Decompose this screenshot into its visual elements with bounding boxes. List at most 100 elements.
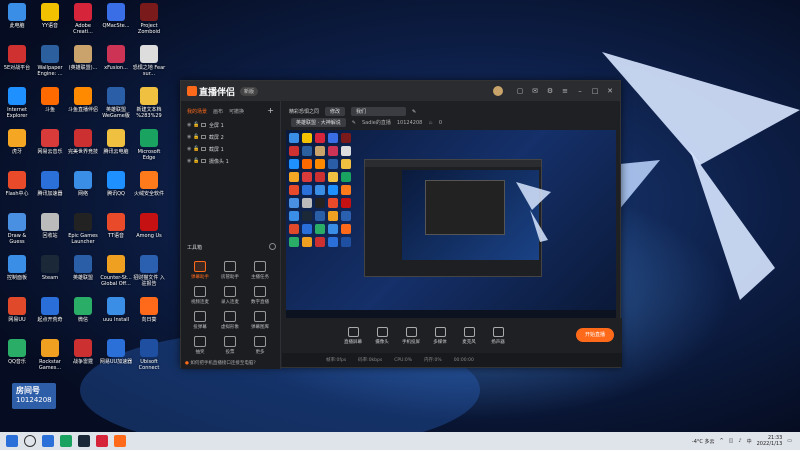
- category-button[interactable]: 英雄联盟 · 大神解说: [291, 118, 346, 127]
- desktop-icon[interactable]: 英雄联盟: [66, 255, 100, 281]
- desktop-icon[interactable]: 网易云音乐: [33, 129, 67, 155]
- desktop-icon[interactable]: 恐惧之地 Fear sur...: [132, 45, 166, 77]
- desktop-icon[interactable]: 起点开荒奇: [33, 297, 67, 323]
- desktop-icon[interactable]: Among Us: [132, 213, 166, 239]
- room-tag-button[interactable]: 我们: [351, 107, 407, 116]
- desktop-icon[interactable]: Epic Games Launcher: [66, 213, 100, 245]
- desktop-icon[interactable]: xFusion...: [99, 45, 133, 71]
- desktop-icon[interactable]: TT语音: [99, 213, 133, 239]
- desktop-icon[interactable]: YY语音: [33, 3, 67, 29]
- desktop-icon[interactable]: Wallpaper Engine: ...: [33, 45, 67, 77]
- desktop-icon[interactable]: 网易UU加速器: [99, 339, 133, 365]
- desktop-icon[interactable]: 腾讯加速器: [33, 171, 67, 197]
- scene-item[interactable]: ◉ 🔓 摄像头 1: [181, 155, 280, 167]
- source-button[interactable]: 摄像头: [373, 327, 391, 345]
- notification-icon[interactable]: ▭: [787, 438, 792, 444]
- tool-button[interactable]: 录入连麦: [215, 286, 245, 305]
- settings-icon[interactable]: ⚙: [546, 87, 554, 95]
- close-icon[interactable]: ✕: [606, 87, 614, 95]
- menu-icon[interactable]: ≡: [561, 87, 569, 95]
- tool-button[interactable]: 抽奖: [185, 336, 215, 355]
- desktop-icon[interactable]: Counter-St... Global Off...: [99, 255, 133, 287]
- desktop-icon[interactable]: 斗鱼: [33, 87, 67, 113]
- start-button[interactable]: [6, 435, 18, 447]
- desktop-icon[interactable]: Steam: [33, 255, 67, 281]
- desktop-icon[interactable]: 腾讯云电脑: [99, 129, 133, 155]
- tool-button[interactable]: 弹幕助手: [185, 261, 215, 280]
- desktop-icon[interactable]: 腾讯QQ: [99, 171, 133, 197]
- lock-icon[interactable]: 🔓: [193, 122, 201, 128]
- desktop-icon[interactable]: 招财猫文件 入驻报告: [132, 255, 166, 287]
- desktop-icon[interactable]: 向日葵: [132, 297, 166, 323]
- desktop-icon[interactable]: (英雄联盟)...: [66, 45, 100, 71]
- desktop-icon[interactable]: 此电脑: [0, 3, 34, 29]
- edge-icon[interactable]: [60, 435, 72, 447]
- steam-icon[interactable]: [78, 435, 90, 447]
- source-button[interactable]: 麦克风: [460, 327, 478, 345]
- phone-hint[interactable]: ● 如何把手机直播接口连接至电脑?: [185, 360, 256, 366]
- tab-switchable[interactable]: 可撤换: [229, 108, 244, 115]
- desktop-icon[interactable]: 网络: [66, 171, 100, 197]
- source-button[interactable]: 手机投屏: [402, 327, 420, 345]
- desktop-icon[interactable]: 控制面板: [0, 255, 34, 281]
- desktop-icon[interactable]: Internet Explorer: [0, 87, 34, 119]
- volume-icon[interactable]: ♪: [738, 438, 741, 444]
- tab-my-scenes[interactable]: 我的场景: [187, 108, 207, 115]
- search-icon[interactable]: [24, 435, 36, 447]
- maximize-icon[interactable]: □: [591, 87, 599, 95]
- tool-button[interactable]: 虚拟形象: [215, 311, 245, 330]
- edit-title-button[interactable]: 修改: [325, 107, 346, 116]
- scene-item[interactable]: ◉ 🔓 截屏 2: [181, 131, 280, 143]
- tray-arrow-icon[interactable]: ^: [719, 438, 723, 444]
- desktop-icon[interactable]: 网易UU: [0, 297, 34, 323]
- tool-button[interactable]: 投弹幕: [185, 311, 215, 330]
- desktop-icon[interactable]: 虎牙: [0, 129, 34, 155]
- source-button[interactable]: 多媒体: [431, 327, 449, 345]
- desktop-icon[interactable]: 回收站: [33, 213, 67, 239]
- desktop-icon[interactable]: 火绒安全软件: [132, 171, 166, 197]
- desktop-icon[interactable]: Adobe Creati...: [66, 3, 100, 35]
- desktop-icon[interactable]: 新建文本档 %283%29: [132, 87, 166, 119]
- tool-button[interactable]: 视频连麦: [185, 286, 215, 305]
- lock-icon[interactable]: 🔓: [193, 146, 201, 152]
- source-button[interactable]: 直播屏幕: [344, 327, 362, 345]
- lock-icon[interactable]: 🔓: [193, 158, 201, 164]
- add-scene-icon[interactable]: +: [267, 107, 274, 115]
- desktop-icon[interactable]: 微信: [66, 297, 100, 323]
- ime-indicator[interactable]: 中: [747, 438, 752, 445]
- clock[interactable]: 21:33 2022/1/13: [757, 435, 783, 447]
- desktop-icon[interactable]: Draw & Guess: [0, 213, 34, 245]
- explorer-icon[interactable]: [42, 435, 54, 447]
- scene-item[interactable]: ◉ 🔓 全屏 1: [181, 119, 280, 131]
- toolbox-settings-icon[interactable]: [269, 243, 276, 250]
- desktop-icon[interactable]: uuu Install: [99, 297, 133, 323]
- message-icon[interactable]: ✉: [531, 87, 539, 95]
- tool-button[interactable]: 更多: [245, 336, 275, 355]
- start-stream-button[interactable]: 开始直播: [576, 328, 614, 342]
- streaming-app-taskbar-icon[interactable]: [114, 435, 126, 447]
- avatar[interactable]: [493, 86, 503, 96]
- source-button[interactable]: 扬声器: [489, 327, 507, 345]
- desktop-icon[interactable]: 战争雷霆: [66, 339, 100, 365]
- desktop-icon[interactable]: Microsoft Edge: [132, 129, 166, 161]
- version-badge[interactable]: 新版: [240, 86, 259, 96]
- desktop-icon[interactable]: Rockstar Games...: [33, 339, 67, 371]
- desktop-icon[interactable]: 完美世界竞技: [66, 129, 100, 155]
- desktop-icon[interactable]: 英雄联盟 WeGame版: [99, 87, 133, 119]
- tool-button[interactable]: 弹幕图库: [245, 311, 275, 330]
- tab-canvas[interactable]: 画布: [213, 108, 223, 115]
- minimize-icon[interactable]: –: [576, 87, 584, 95]
- desktop-icon[interactable]: QMacSte...: [99, 3, 133, 29]
- desktop-icon[interactable]: QQ音乐: [0, 339, 34, 365]
- scene-item[interactable]: ◉ 🔓 截屏 1: [181, 143, 280, 155]
- weather-text[interactable]: -4°C 多云: [692, 438, 715, 445]
- desktop-icon[interactable]: Project Zomboid: [132, 3, 166, 35]
- desktop-icon[interactable]: 5E对战平台: [0, 45, 34, 71]
- desktop-icon[interactable]: Ubisoft Connect: [132, 339, 166, 371]
- lock-icon[interactable]: 🔓: [193, 134, 201, 140]
- edit-icon[interactable]: ✎: [412, 109, 416, 115]
- tool-button[interactable]: 主播任务: [245, 261, 275, 280]
- tool-button[interactable]: 房管助手: [215, 261, 245, 280]
- skin-icon[interactable]: ▢: [516, 87, 524, 95]
- desktop-icon[interactable]: 斗鱼直播伴侣: [66, 87, 100, 113]
